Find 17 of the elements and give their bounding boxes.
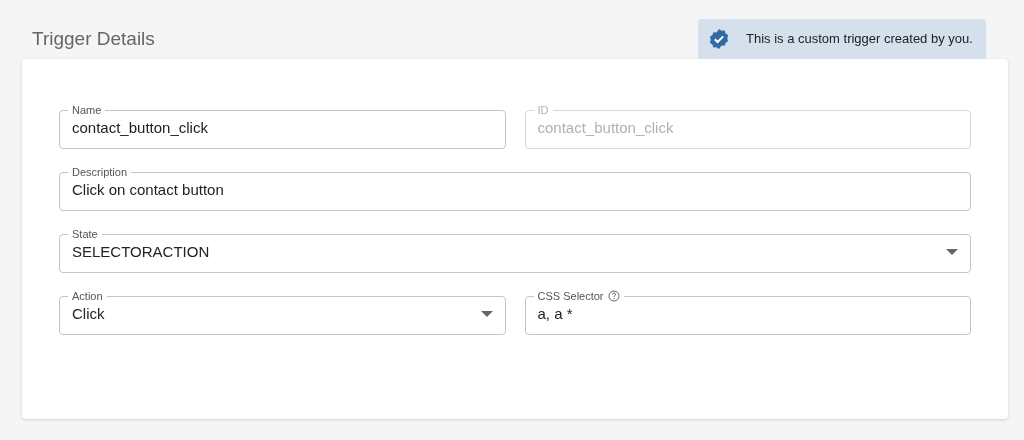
select-field[interactable]: Action Click bbox=[59, 289, 506, 335]
field-label: State bbox=[72, 227, 98, 241]
field-label: Description bbox=[72, 165, 128, 179]
dropdown-caret-icon bbox=[946, 249, 958, 255]
text-field[interactable]: Name contact_button_click bbox=[59, 103, 506, 149]
field-label: CSS Selector bbox=[537, 289, 604, 303]
field-label: ID bbox=[537, 103, 549, 117]
field-label: Action bbox=[72, 289, 103, 303]
verified-check-icon bbox=[708, 28, 730, 50]
section-title: Trigger Details bbox=[32, 26, 155, 51]
help-icon[interactable] bbox=[607, 290, 620, 302]
field-label: Name bbox=[72, 103, 102, 117]
text-field[interactable]: CSS Selector a, a * bbox=[524, 289, 971, 335]
banner-text: This is a custom trigger created by you. bbox=[746, 30, 973, 49]
dropdown-caret-icon bbox=[480, 311, 493, 317]
select-field[interactable]: State SELECTORACTION bbox=[59, 227, 971, 273]
text-field[interactable]: Description Click on contact button bbox=[59, 165, 971, 211]
